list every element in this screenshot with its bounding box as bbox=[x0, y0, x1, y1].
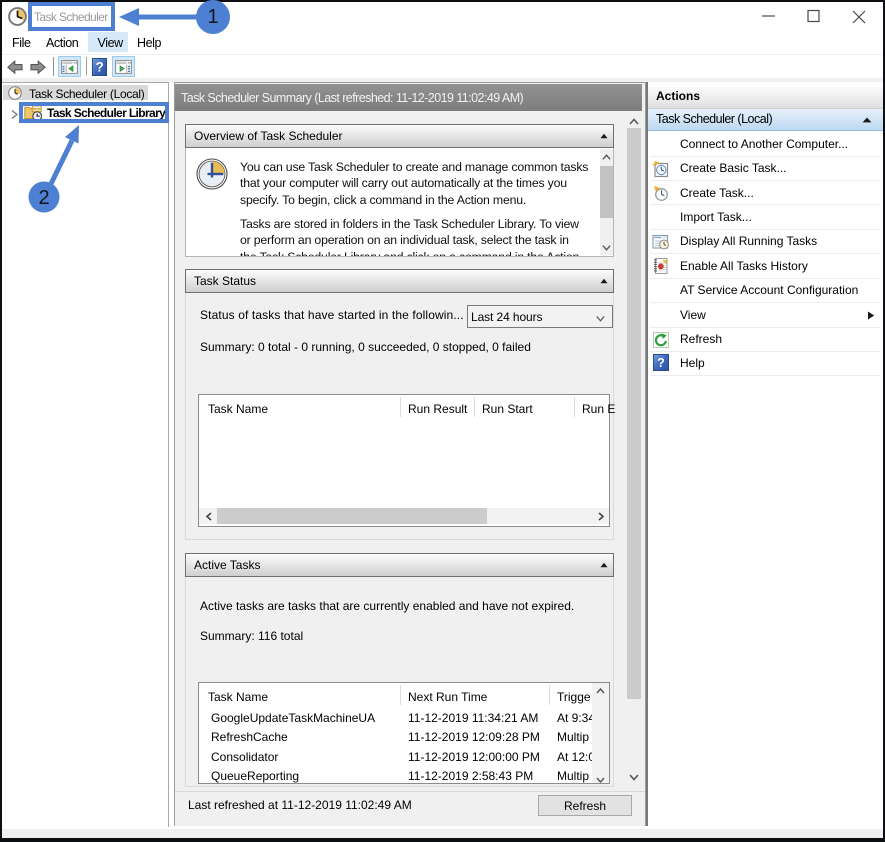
svg-text:?: ? bbox=[95, 60, 103, 75]
svg-text:?: ? bbox=[657, 356, 665, 370]
